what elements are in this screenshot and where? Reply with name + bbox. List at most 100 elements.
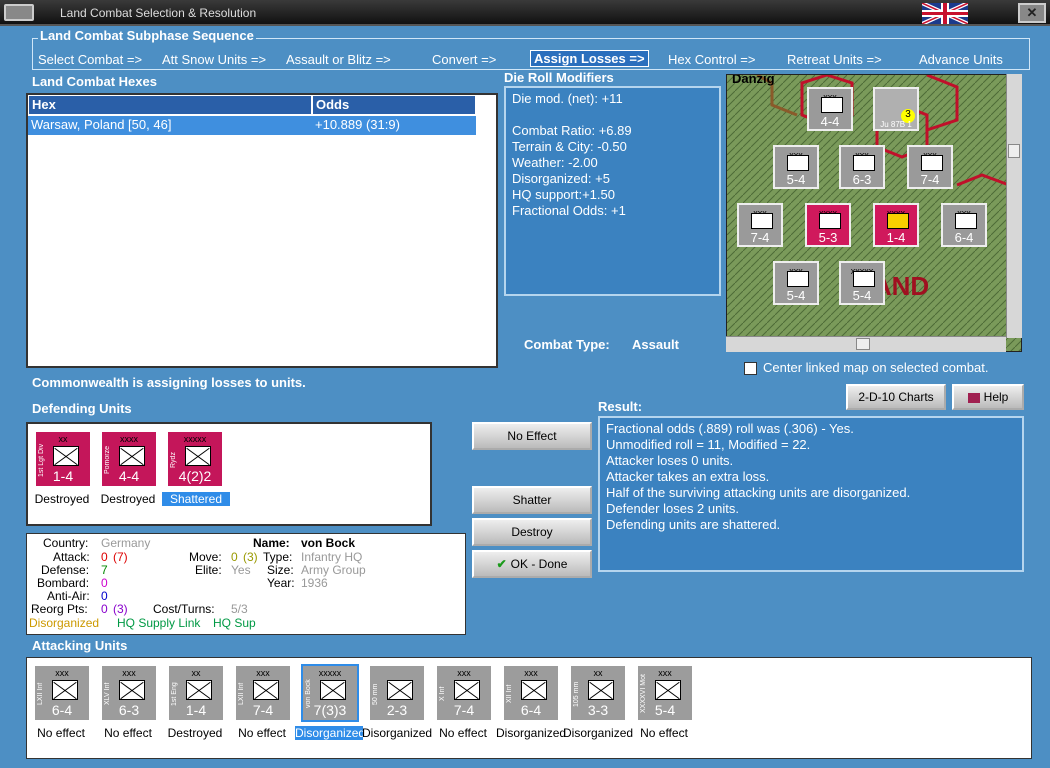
dr-line: Disorganized: +5 xyxy=(512,171,610,186)
cost-label: Cost/Turns: xyxy=(153,602,215,616)
attacking-status: Disorganized xyxy=(295,726,366,740)
dr-line: Weather: -2.00 xyxy=(512,155,598,170)
reorg-extra: (3) xyxy=(113,602,128,616)
attacking-unit[interactable]: xxx LXII Inf 6-4 xyxy=(31,660,93,722)
center-map-label: Center linked map on selected combat. xyxy=(763,360,989,375)
seq-select-combat: Select Combat => xyxy=(38,52,143,67)
attacking-unit-selected[interactable]: xxxxx von Bock 7(3)3 xyxy=(299,660,361,722)
result-line: Attacker loses 0 units. xyxy=(606,453,734,468)
country-value: Germany xyxy=(101,536,151,550)
defending-unit[interactable]: xxxx Pomorze 4-4 xyxy=(98,426,160,488)
attack-extra: (7) xyxy=(113,550,128,564)
linked-map[interactable]: Danzig LAND xxx4-4 3Ju 87B 1 xxx5-4 xxx6… xyxy=(726,74,1022,352)
map-unit[interactable]: xxxxx5-4 xyxy=(839,261,885,305)
center-map-checkbox[interactable] xyxy=(744,362,757,375)
defense-label: Defense: xyxy=(41,563,90,577)
dr-line: Combat Ratio: +6.89 xyxy=(512,123,632,138)
defending-title: Defending Units xyxy=(32,401,132,416)
attacking-status: Disorganized xyxy=(362,726,433,740)
col-odds-header[interactable]: Odds xyxy=(312,95,476,115)
seq-assault-or-blitz: Assault or Blitz => xyxy=(286,52,391,67)
no-effect-button[interactable]: No Effect xyxy=(472,422,592,450)
result-line: Attacker takes an extra loss. xyxy=(606,469,770,484)
map-horizontal-scrollbar[interactable] xyxy=(726,336,1006,352)
flag-disorganized: Disorganized xyxy=(29,616,100,630)
attacking-status: No effect xyxy=(104,726,152,740)
checkmark-icon: ✔ xyxy=(496,557,507,571)
sequence-title: Land Combat Subphase Sequence xyxy=(38,28,256,43)
combat-type-label: Combat Type: xyxy=(524,337,610,352)
map-unit-air[interactable]: 3 Ju 87B 1 xyxy=(873,87,919,131)
map-unit[interactable]: xxx5-4 xyxy=(773,261,819,305)
attacking-unit[interactable]: xxx XLV Inf 6-3 xyxy=(98,660,160,722)
defending-panel: xx 1st Lgt Div 1-4 Destroyed xxxx Pomorze 4-… xyxy=(26,422,432,526)
bombard-label: Bombard: xyxy=(37,576,90,590)
notice-text: Commonwealth is assigning losses to unit… xyxy=(32,375,306,390)
seq-convert: Convert => xyxy=(432,52,497,67)
attacking-unit[interactable]: xxx XXXXVI Mot 5-4 xyxy=(634,660,696,722)
result-line: Defender loses 2 units. xyxy=(606,501,739,516)
seq-advance-units: Advance Units xyxy=(919,52,1003,67)
result-panel: Fractional odds (.889) roll was (.306) -… xyxy=(598,416,1024,572)
hexes-table: Hex Odds Warsaw, Poland [50, 46] +10.889… xyxy=(26,93,498,368)
close-button[interactable]: ✕ xyxy=(1018,3,1046,23)
hex-row-hex[interactable]: Warsaw, Poland [50, 46] xyxy=(28,116,312,135)
map-unit[interactable]: xxx5-4 xyxy=(773,145,819,189)
ok-done-label: OK - Done xyxy=(510,557,568,571)
seq-att-snow-units: Att Snow Units => xyxy=(162,52,267,67)
defending-unit[interactable]: xx 1st Lgt Div 1-4 xyxy=(32,426,94,488)
seq-hex-control: Hex Control => xyxy=(668,52,756,67)
antiair-value: 0 xyxy=(101,589,108,603)
map-city-label: Danzig xyxy=(732,75,775,86)
dr-spacer xyxy=(512,107,713,123)
map-unit[interactable]: xxx7-4 xyxy=(907,145,953,189)
result-title: Result: xyxy=(598,399,643,414)
attacking-unit[interactable]: xx 105 mm 3-3 xyxy=(567,660,629,722)
charts-button[interactable]: 2-D-10 Charts xyxy=(846,384,946,410)
attack-value: 0 xyxy=(101,550,108,564)
map-unit[interactable]: xxx6-4 xyxy=(941,203,987,247)
attacking-status: Destroyed xyxy=(167,726,223,740)
hex-row-odds[interactable]: +10.889 (31:9) xyxy=(312,116,476,135)
map-unit[interactable]: xxx7-4 xyxy=(737,203,783,247)
window-menu-icon[interactable] xyxy=(4,4,34,21)
attacking-unit[interactable]: xxx XII Inf 6-4 xyxy=(500,660,562,722)
ok-done-button[interactable]: ✔ OK - Done xyxy=(472,550,592,578)
attacking-unit[interactable]: xxx X Inf 7-4 xyxy=(433,660,495,722)
attacking-status: Disorganized xyxy=(496,726,567,740)
dierolls-panel: Die mod. (net): +11 Combat Ratio: +6.89 … xyxy=(504,86,721,296)
attacking-panel: xxx LXII Inf 6-4 No effect xxx XLV Inf 6-3 N… xyxy=(26,657,1032,759)
map-unit[interactable]: xxx4-4 xyxy=(807,87,853,131)
map-unit[interactable]: xxx6-3 xyxy=(839,145,885,189)
seq-assign-losses: Assign Losses => xyxy=(530,50,649,67)
shatter-button[interactable]: Shatter xyxy=(472,486,592,514)
vscroll-thumb[interactable] xyxy=(1008,144,1020,158)
hscroll-thumb[interactable] xyxy=(856,338,870,350)
move-label: Move: xyxy=(189,550,222,564)
year-value: 1936 xyxy=(301,576,328,590)
year-label: Year: xyxy=(267,576,295,590)
move-value: 0 xyxy=(231,550,238,564)
defending-unit-selected[interactable]: xxxxx Rydz 4(2)2 xyxy=(164,426,226,488)
result-line: Unmodified roll = 11, Modified = 22. xyxy=(606,437,811,452)
attacking-unit[interactable]: xx 1st Eng 1-4 xyxy=(165,660,227,722)
help-label: Help xyxy=(983,390,1009,404)
defense-value: 7 xyxy=(101,563,108,577)
uk-flag-icon xyxy=(922,3,968,24)
attacking-status: No effect xyxy=(439,726,487,740)
seq-retreat-units: Retreat Units => xyxy=(787,52,882,67)
map-unit-selected[interactable]: xxxx1-4 xyxy=(873,203,919,247)
map-vertical-scrollbar[interactable] xyxy=(1006,74,1022,338)
defending-status: Destroyed xyxy=(34,492,90,506)
destroy-button[interactable]: Destroy xyxy=(472,518,592,546)
map-unit[interactable]: xxxx5-3 xyxy=(805,203,851,247)
attacking-status: Disorganized xyxy=(563,726,634,740)
col-hex-header[interactable]: Hex xyxy=(28,95,312,115)
hexes-title: Land Combat Hexes xyxy=(32,74,157,89)
combat-type-value: Assault xyxy=(632,337,679,352)
flag-hq-supply-link: HQ Supply Link xyxy=(117,616,201,630)
attacking-status: No effect xyxy=(37,726,85,740)
attacking-unit[interactable]: xxx LXII Inf 7-4 xyxy=(232,660,294,722)
help-button[interactable]: Help xyxy=(952,384,1024,410)
attacking-unit[interactable]: 50 mm 2-3 xyxy=(366,660,428,722)
